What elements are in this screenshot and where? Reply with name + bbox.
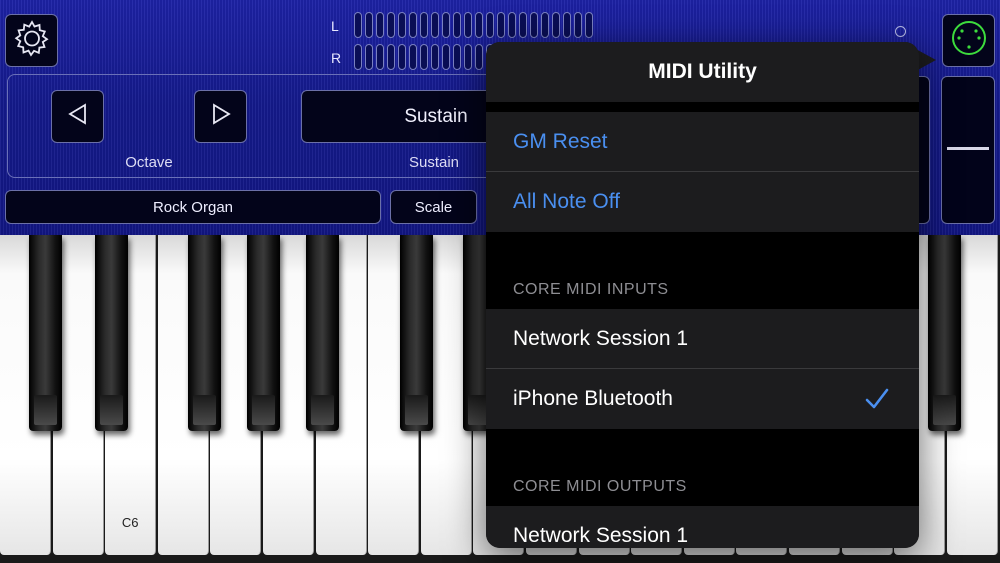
meter-segment [552,12,560,38]
level-meter-left [354,12,593,38]
midi-utility-button[interactable] [942,14,995,67]
black-key[interactable] [29,235,62,431]
input-label: Network Session 1 [513,327,689,350]
all-note-off-button[interactable]: All Note Off [486,172,919,232]
meter-segment [398,12,406,38]
scale-button[interactable]: Scale [390,190,477,224]
meter-segment [497,12,505,38]
meter-segment [354,44,362,70]
triangle-right-icon [209,102,233,131]
meter-segment [431,12,439,38]
sustain-caption: Sustain [408,154,460,171]
output-item[interactable]: Network Session 1 [486,506,919,548]
meter-segment [475,44,483,70]
meter-segment [486,12,494,38]
settings-button[interactable] [5,14,58,67]
meter-segment [420,44,428,70]
meter-segment [508,12,516,38]
slider-handle[interactable] [947,147,989,150]
black-key[interactable] [306,235,339,431]
gm-reset-button[interactable]: GM Reset [486,112,919,172]
pitch-slider[interactable] [941,76,995,224]
inputs-section-header: CORE MIDI INPUTS [486,232,919,309]
meter-segment [464,12,472,38]
meter-segment [563,12,571,38]
meter-segment [442,44,450,70]
preset-selector[interactable]: Rock Organ [5,190,381,224]
meter-segment [464,44,472,70]
meter-segment [365,44,373,70]
meter-segment [530,12,538,38]
meter-left-label: L [331,18,339,34]
meter-segment [409,12,417,38]
meter-segment [387,12,395,38]
octave-caption: Octave [125,154,173,171]
black-key[interactable] [247,235,280,431]
black-key[interactable] [400,235,433,431]
control-strip [918,76,930,224]
input-item[interactable]: iPhone Bluetooth [486,369,919,429]
input-item[interactable]: Network Session 1 [486,309,919,369]
gear-icon [12,18,52,63]
midi-utility-popover: MIDI Utility GM Reset All Note Off CORE … [486,42,919,548]
popover-title: MIDI Utility [486,42,919,102]
meter-segment [453,12,461,38]
meter-segment [453,44,461,70]
meter-right-label: R [331,50,342,66]
meter-segment [354,12,362,38]
meter-segment [574,12,582,38]
status-indicator [895,26,906,37]
output-label: Network Session 1 [513,524,689,547]
checkmark-icon [865,387,889,417]
section-gap [486,102,919,112]
meter-segment [365,12,373,38]
triangle-left-icon [66,102,90,131]
meter-segment [420,12,428,38]
meter-segment [585,12,593,38]
meter-segment [442,12,450,38]
black-key[interactable] [188,235,221,431]
octave-up-button[interactable] [194,90,247,143]
midi-connector-icon [950,19,988,62]
octave-down-button[interactable] [51,90,104,143]
meter-segment [409,44,417,70]
meter-segment [387,44,395,70]
meter-segment [541,12,549,38]
meter-segment [475,12,483,38]
black-key[interactable] [95,235,128,431]
outputs-section-header: CORE MIDI OUTPUTS [486,429,919,506]
meter-segment [376,12,384,38]
meter-segment [398,44,406,70]
input-label: iPhone Bluetooth [513,387,673,410]
meter-segment [431,44,439,70]
octave-label: C6 [121,515,139,530]
meter-segment [376,44,384,70]
black-key[interactable] [928,235,961,431]
meter-segment [519,12,527,38]
